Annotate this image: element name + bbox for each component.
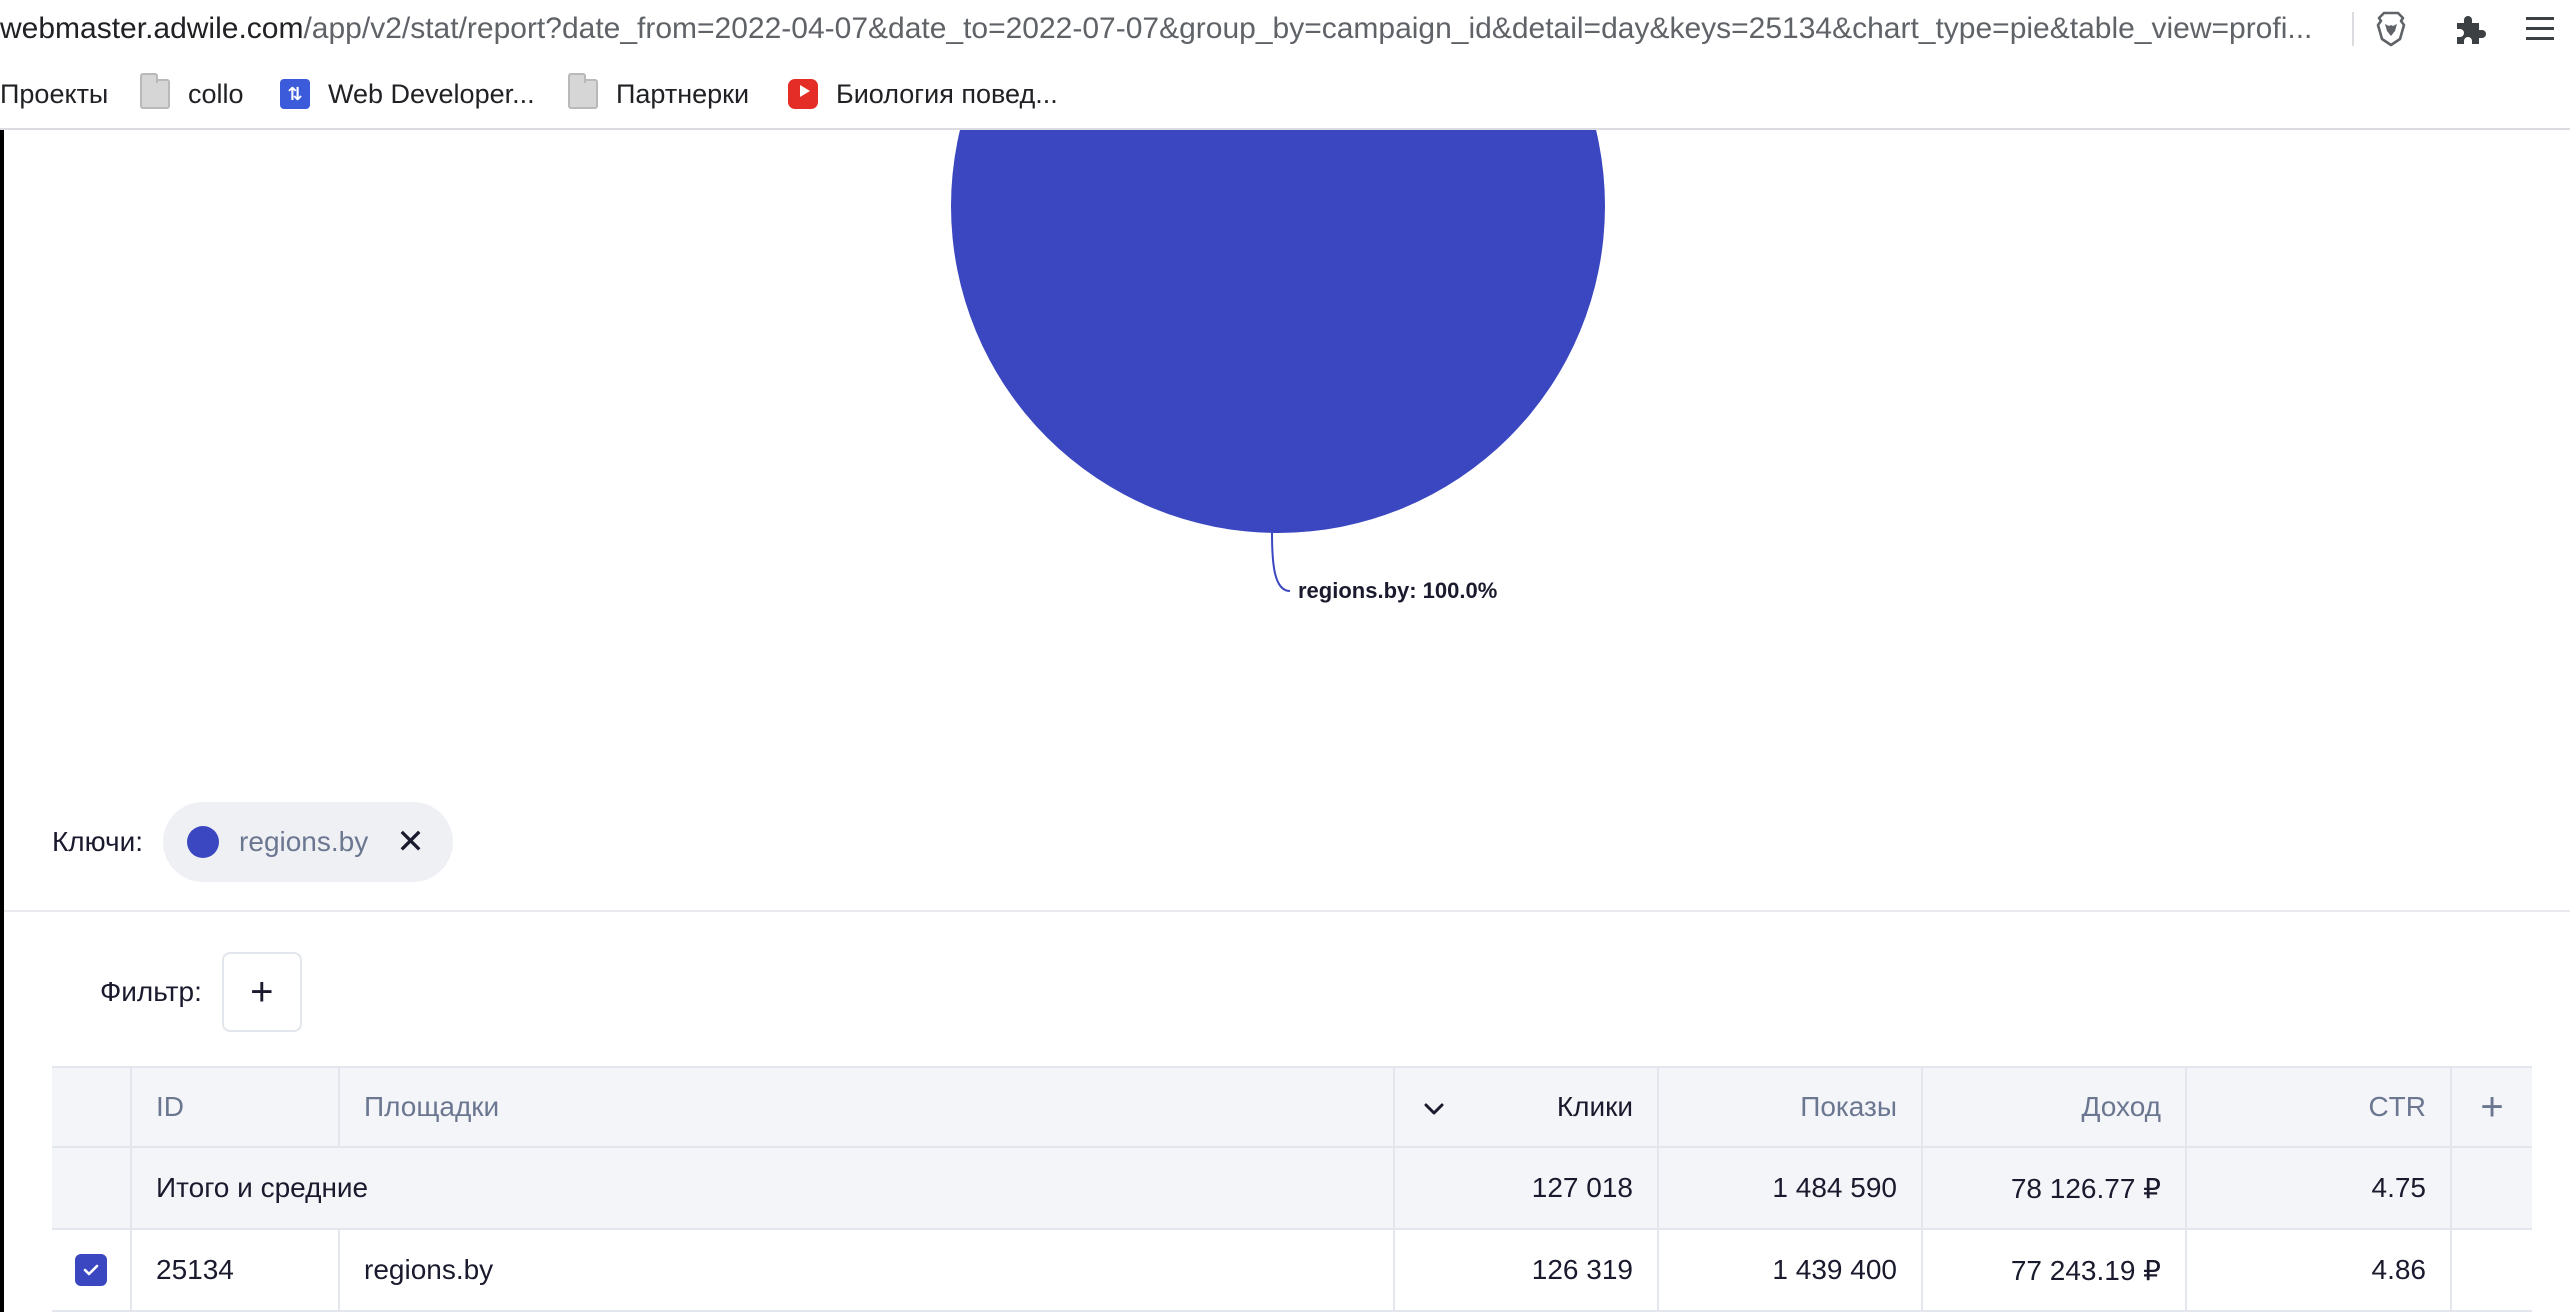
- row-clicks: 126 319: [1395, 1230, 1659, 1310]
- row-id: 25134: [132, 1230, 340, 1310]
- bookmark-label: collo: [188, 78, 244, 109]
- plus-icon: +: [2480, 1084, 2504, 1129]
- column-header-clicks[interactable]: Клики: [1395, 1068, 1659, 1146]
- row-check-cell: [52, 1230, 132, 1310]
- chevron-down-icon[interactable]: [1419, 1094, 1449, 1124]
- url-path: /app/v2/stat/report?date_from=2022-04-07…: [303, 12, 2313, 45]
- column-header-id[interactable]: ID: [132, 1068, 340, 1146]
- row-site: regions.by: [340, 1230, 1395, 1310]
- bookmark-label: Партнерки: [616, 78, 750, 109]
- extensions-icon[interactable]: [2452, 11, 2488, 47]
- total-income: 78 126.77 ₽: [1923, 1148, 2187, 1228]
- header-check-cell: [52, 1068, 132, 1146]
- add-column-button[interactable]: +: [2452, 1068, 2532, 1146]
- folder-icon: [140, 73, 170, 109]
- bookmark-collo[interactable]: collo: [140, 72, 244, 116]
- total-add-cell: [2452, 1148, 2532, 1228]
- total-ctr: 4.75: [2187, 1148, 2452, 1228]
- url-host: webmaster.adwile.com: [0, 12, 304, 45]
- menu-icon[interactable]: [2520, 11, 2560, 47]
- keys-label: Ключи:: [52, 826, 144, 857]
- pie-chart-svg: regions.by: 100.0%: [951, 0, 1605, 603]
- bookmark-projects[interactable]: Проекты: [0, 72, 108, 116]
- total-label: Итого и средние: [132, 1148, 1395, 1228]
- bookmarks-bar: Проекты collo ⇅ Web Developer... Партнер…: [0, 58, 2570, 130]
- report-page: regions.by: 100.0% Ключи: regions.by ✕ Ф…: [0, 0, 2570, 1312]
- total-check-cell: [52, 1148, 132, 1228]
- brave-shield-icon[interactable]: [2372, 10, 2410, 48]
- row-checkbox[interactable]: [75, 1254, 107, 1286]
- address-bar[interactable]: webmaster.adwile.com/app/v2/stat/report?…: [0, 0, 2570, 58]
- page-left-edge: [0, 130, 4, 1312]
- bookmark-label: Проекты: [0, 78, 109, 109]
- column-header-ctr[interactable]: CTR: [2187, 1068, 2452, 1146]
- key-color-dot: [187, 826, 220, 858]
- filter-label: Фильтр:: [100, 976, 202, 1007]
- folder-icon: [568, 73, 598, 109]
- key-chip-label: regions.by: [239, 826, 369, 857]
- toolbar-divider: [2352, 12, 2354, 46]
- add-filter-button[interactable]: +: [221, 952, 302, 1032]
- table-row[interactable]: 25134 regions.by 126 319 1 439 400 77 24…: [52, 1230, 2532, 1312]
- url-field[interactable]: webmaster.adwile.com/app/v2/stat/report?…: [0, 8, 2340, 50]
- keys-row: Ключи: regions.by ✕: [52, 802, 453, 882]
- pie-label-leader-line: [1271, 532, 1291, 592]
- pie-data-label: regions.by: 100.0%: [1298, 578, 1497, 603]
- column-header-income[interactable]: Доход: [1923, 1068, 2187, 1146]
- row-ctr: 4.86: [2187, 1230, 2452, 1310]
- row-income: 77 243.19 ₽: [1923, 1230, 2187, 1310]
- youtube-icon: [788, 79, 818, 109]
- key-chip-regions-by[interactable]: regions.by ✕: [163, 802, 453, 882]
- column-header-clicks-label: Клики: [1556, 1091, 1633, 1122]
- row-shows: 1 439 400: [1659, 1230, 1923, 1310]
- filter-row: Фильтр: +: [100, 952, 302, 1032]
- row-add-cell: [2452, 1230, 2532, 1310]
- bookmark-label: Web Developer...: [328, 78, 535, 109]
- table-header-row: ID Площадки Клики Показы Доход CTR +: [52, 1066, 2532, 1148]
- close-icon[interactable]: ✕: [396, 825, 425, 859]
- section-divider: [4, 910, 2570, 912]
- bookmark-partnerki[interactable]: Партнерки: [568, 72, 749, 116]
- total-shows: 1 484 590: [1659, 1148, 1923, 1228]
- column-header-site[interactable]: Площадки: [340, 1068, 1395, 1146]
- bookmark-web-developer[interactable]: ⇅ Web Developer...: [280, 72, 535, 116]
- table-total-row: Итого и средние 127 018 1 484 590 78 126…: [52, 1148, 2532, 1230]
- stats-table: ID Площадки Клики Показы Доход CTR + Ито…: [52, 1066, 2532, 1312]
- pie-slice-regions-by[interactable]: [951, 0, 1605, 533]
- checkmark-icon: [83, 1264, 99, 1276]
- bookmark-label: Биология повед...: [836, 78, 1058, 109]
- bookmark-biology[interactable]: Биология повед...: [788, 72, 1058, 116]
- pie-chart: regions.by: 100.0%: [900, 0, 1700, 770]
- web-developer-icon: ⇅: [280, 79, 310, 109]
- column-header-shows[interactable]: Показы: [1659, 1068, 1923, 1146]
- total-clicks: 127 018: [1395, 1148, 1659, 1228]
